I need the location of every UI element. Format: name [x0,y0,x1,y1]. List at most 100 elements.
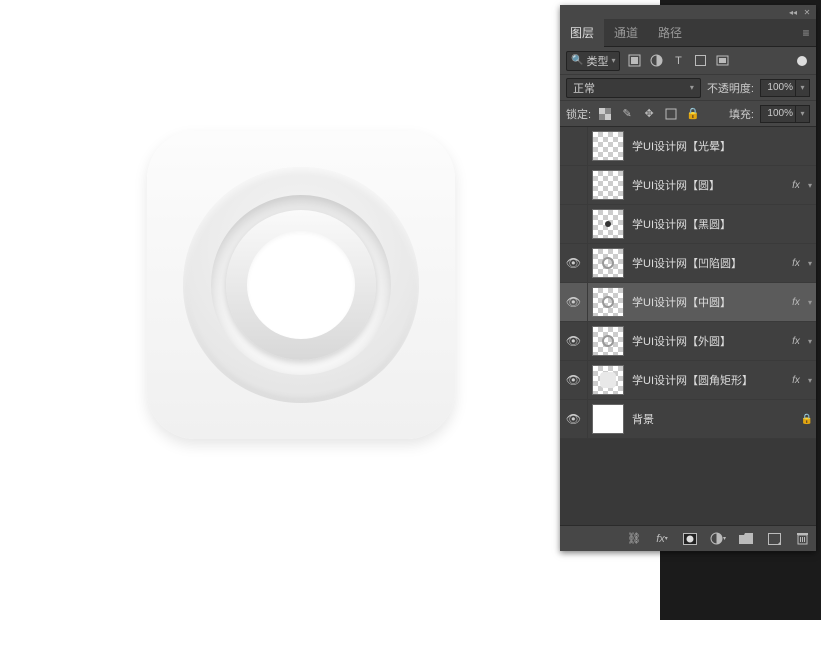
document-canvas[interactable] [0,0,560,661]
panel-tabs: 图层 通道 路径 ≡ [560,19,816,47]
lock-artboard-icon[interactable] [663,106,679,122]
layer-visibility-toggle[interactable]: 👁 [560,400,588,439]
layer-row[interactable]: 👁 学UI设计网【中圆】fx▾ [560,283,816,322]
filter-type-select[interactable]: 🔍 类型 ▾ [566,51,620,71]
layer-thumbnail[interactable] [592,170,624,200]
panel-menu-icon[interactable]: ≡ [796,26,816,40]
fill-input[interactable]: ▾ [760,105,810,123]
lock-transparency-icon[interactable] [597,106,613,122]
chevron-down-icon[interactable]: ▾ [804,259,816,268]
layers-panel: ◂◂ ✕ 图层 通道 路径 ≡ 🔍 类型 ▾ T 正常 ▾ 不透明度: ▾ [560,5,816,551]
lock-label: 锁定: [566,106,591,122]
layer-fx-badge[interactable]: fx [788,336,804,347]
layer-visibility-toggle[interactable]: 👁 [560,244,588,283]
layers-list: 学UI设计网【光晕】学UI设计网【圆】fx▾学UI设计网【黑圆】👁学UI设计网【… [560,127,816,439]
center-circle [247,231,355,339]
layer-row[interactable]: 👁 学UI设计网【凹陷圆】fx▾ [560,244,816,283]
blend-mode-value: 正常 [573,80,595,96]
lock-all-icon[interactable]: 🔒 [685,106,701,122]
layer-row[interactable]: 学UI设计网【黑圆】 [560,205,816,244]
opacity-label: 不透明度: [707,80,754,96]
layers-footer: ⛓ fx▾ ▾ [560,525,816,551]
tab-layers[interactable]: 图层 [560,19,604,47]
eye-icon: 👁 [566,373,581,387]
filter-shape-icon[interactable] [692,53,708,69]
layer-name[interactable]: 背景 [624,411,798,427]
layer-thumbnail[interactable] [592,131,624,161]
eye-icon: 👁 [566,334,581,348]
search-icon: 🔍 [571,55,583,66]
layer-thumbnail[interactable] [592,326,624,356]
link-layers-icon[interactable]: ⛓ [626,531,642,547]
chevron-down-icon[interactable]: ▾ [804,298,816,307]
lock-icon: 🔒 [798,414,816,425]
filter-type-icon[interactable]: T [670,53,686,69]
layer-fx-badge[interactable]: fx [788,258,804,269]
opacity-field[interactable] [760,79,796,97]
tab-paths[interactable]: 路径 [648,19,692,47]
adjustment-layer-icon[interactable]: ▾ [710,531,726,547]
new-layer-icon[interactable] [766,531,782,547]
opacity-input[interactable]: ▾ [760,79,810,97]
blend-mode-select[interactable]: 正常 ▾ [566,78,701,98]
layer-row[interactable]: 👁 学UI设计网【圆角矩形】fx▾ [560,361,816,400]
layer-visibility-toggle[interactable]: 👁 [560,322,588,361]
fill-field[interactable] [760,105,796,123]
chevron-down-icon[interactable]: ▾ [796,105,810,123]
chevron-down-icon[interactable]: ▾ [804,337,816,346]
blend-row: 正常 ▾ 不透明度: ▾ [560,75,816,101]
fill-label: 填充: [729,106,754,122]
layer-row[interactable]: 👁 背景🔒 [560,400,816,439]
layer-style-icon[interactable]: fx▾ [654,531,670,547]
filter-row: 🔍 类型 ▾ T [560,47,816,75]
layer-visibility-toggle[interactable] [560,166,588,205]
layer-thumbnail[interactable] [592,209,624,239]
layer-name[interactable]: 学UI设计网【凹陷圆】 [624,255,788,271]
layer-thumbnail[interactable] [592,404,624,434]
chevron-down-icon[interactable]: ▾ [804,376,816,385]
layer-fx-badge[interactable]: fx [788,180,804,191]
new-group-icon[interactable] [738,531,754,547]
collapse-icon[interactable]: ◂◂ [788,7,798,17]
filter-smartobject-icon[interactable] [714,53,730,69]
layers-empty-area[interactable] [560,439,816,525]
layer-mask-icon[interactable] [682,531,698,547]
layer-name[interactable]: 学UI设计网【圆】 [624,177,788,193]
delete-layer-icon[interactable] [794,531,810,547]
panel-titlebar: ◂◂ ✕ [560,5,816,19]
chevron-down-icon[interactable]: ▾ [804,181,816,190]
layer-name[interactable]: 学UI设计网【外圆】 [624,333,788,349]
chevron-down-icon: ▾ [611,56,615,65]
layer-thumbnail[interactable] [592,248,624,278]
layer-name[interactable]: 学UI设计网【中圆】 [624,294,788,310]
lock-position-icon[interactable]: ✥ [641,106,657,122]
filter-type-label: 类型 [586,53,608,69]
layer-fx-badge[interactable]: fx [788,297,804,308]
filter-adjustment-icon[interactable] [648,53,664,69]
lock-pixels-icon[interactable]: ✎ [619,106,635,122]
rounded-rect-shape [147,131,455,439]
layer-name[interactable]: 学UI设计网【黑圆】 [624,216,816,232]
layer-thumbnail[interactable] [592,287,624,317]
filter-pixel-icon[interactable] [626,53,642,69]
layer-visibility-toggle[interactable] [560,205,588,244]
layer-row[interactable]: 学UI设计网【光晕】 [560,127,816,166]
tab-channels[interactable]: 通道 [604,19,648,47]
layer-visibility-toggle[interactable]: 👁 [560,361,588,400]
layer-row[interactable]: 学UI设计网【圆】fx▾ [560,166,816,205]
chevron-down-icon: ▾ [690,83,694,92]
layer-thumbnail[interactable] [592,365,624,395]
layer-fx-badge[interactable]: fx [788,375,804,386]
eye-icon: 👁 [566,256,581,270]
layer-visibility-toggle[interactable]: 👁 [560,283,588,322]
filter-toggle-switch[interactable] [794,53,810,69]
layer-name[interactable]: 学UI设计网【圆角矩形】 [624,372,788,388]
chevron-down-icon[interactable]: ▾ [796,79,810,97]
layer-name[interactable]: 学UI设计网【光晕】 [624,138,816,154]
lock-row: 锁定: ✎ ✥ 🔒 填充: ▾ [560,101,816,127]
eye-icon: 👁 [566,295,581,309]
eye-icon: 👁 [566,412,581,426]
layer-row[interactable]: 👁 学UI设计网【外圆】fx▾ [560,322,816,361]
layer-visibility-toggle[interactable] [560,127,588,166]
close-icon[interactable]: ✕ [802,7,812,17]
